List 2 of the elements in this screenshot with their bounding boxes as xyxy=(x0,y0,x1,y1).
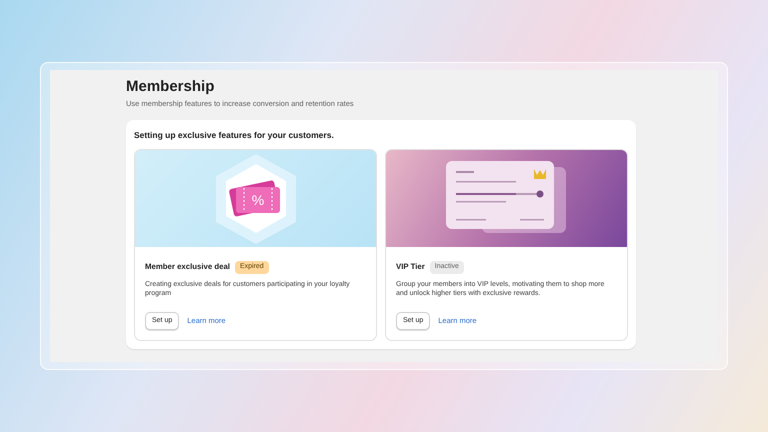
page-title: Membership xyxy=(126,78,216,96)
section-heading: Setting up exclusive features for your customers. xyxy=(134,129,335,142)
